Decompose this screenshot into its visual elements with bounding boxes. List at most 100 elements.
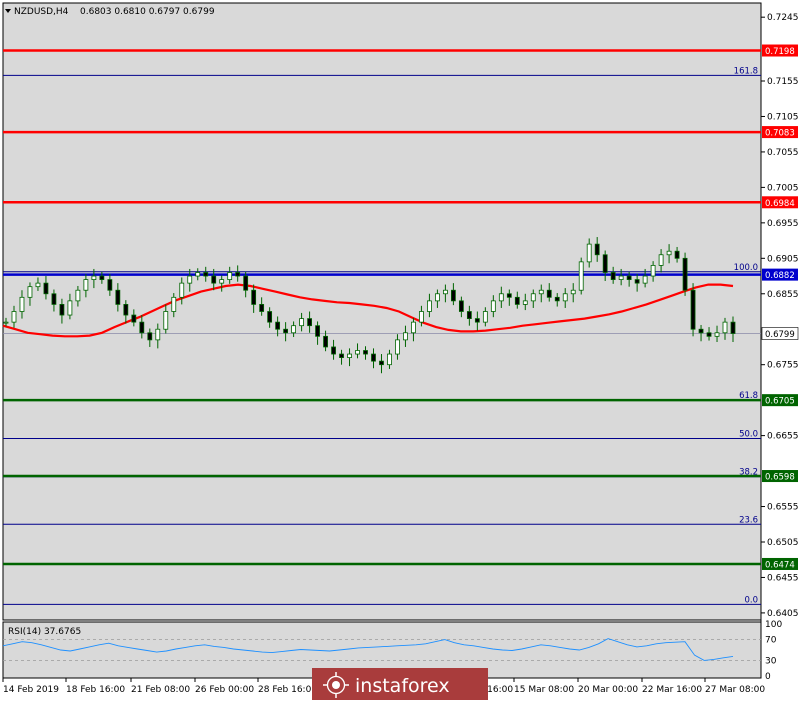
rsi-scale-label: 0	[765, 672, 771, 682]
fib-label: 161.8	[734, 66, 758, 76]
price-tick-label: 0.6655	[767, 432, 799, 442]
price-tick-label: 0.6405	[767, 609, 799, 619]
candle-body	[578, 261, 584, 291]
fib-label: 50.0	[739, 429, 758, 439]
price-tick-label: 0.6955	[767, 219, 799, 229]
candle-body	[211, 275, 217, 284]
chart-header: NZDUSD,H4 0.6803 0.6810 0.6797 0.6799	[5, 7, 215, 17]
time-tick-label: 27 Mar 08:00	[705, 685, 765, 695]
candle-body	[267, 311, 273, 323]
candle-body	[554, 296, 560, 302]
candle-body	[195, 272, 201, 277]
candle-body	[243, 275, 249, 291]
candle-body	[618, 275, 624, 280]
candle-body	[490, 300, 496, 312]
candle-body	[315, 325, 320, 337]
candle-body	[466, 311, 472, 319]
price-tick-label: 0.7105	[767, 112, 799, 122]
candle-body	[602, 254, 608, 273]
candle-body	[75, 289, 81, 302]
candle-body	[435, 293, 440, 302]
candle-body	[419, 311, 424, 323]
candle-body	[83, 279, 89, 291]
candle-body	[626, 275, 632, 280]
candle-body	[411, 321, 416, 334]
candle-body	[427, 300, 432, 312]
candle-body	[355, 350, 360, 355]
level-price-label: 0.7198	[765, 47, 795, 57]
candle-body	[570, 289, 576, 295]
level-price-label: 0.6984	[765, 199, 795, 209]
candle-body	[283, 328, 289, 334]
candle-body	[251, 289, 257, 305]
level-price-label: 0.6705	[765, 397, 795, 407]
candle-body	[506, 293, 512, 298]
candle-body	[387, 353, 392, 366]
price-tick-label: 0.6555	[767, 503, 799, 513]
level-price-label: 0.6598	[765, 473, 795, 483]
candle-body	[187, 275, 193, 284]
candle-body	[690, 289, 696, 330]
candle-body	[291, 325, 297, 334]
time-tick-label: 26 Feb 00:00	[195, 685, 254, 695]
candle-body	[171, 296, 177, 312]
symbol-label: NZDUSD,H4	[14, 7, 69, 17]
time-tick-label: 20 Mar 00:00	[578, 685, 638, 695]
candle-body	[35, 282, 41, 288]
candle-body	[115, 289, 121, 305]
candle-body	[107, 279, 113, 291]
candle-body	[474, 318, 480, 323]
candle-body	[498, 293, 504, 302]
candle-body	[3, 321, 9, 324]
fib-label: 23.6	[739, 515, 758, 525]
candle-body	[235, 272, 241, 277]
candle-body	[482, 311, 488, 323]
candle-body	[450, 289, 456, 302]
candle-body	[51, 293, 57, 305]
candle-body	[123, 304, 129, 316]
candle-body	[682, 257, 688, 291]
current-price-label: 0.6799	[765, 330, 795, 340]
candle-body	[43, 282, 49, 295]
rsi-scale-label: 100	[765, 620, 782, 630]
candle-body	[147, 332, 153, 341]
candle-body	[666, 250, 672, 256]
candle-body	[163, 311, 169, 330]
candle-body	[458, 300, 464, 312]
price-tick-label: 0.6755	[767, 361, 799, 371]
candle-body	[730, 321, 736, 334]
fib-label: 0.0	[744, 595, 758, 605]
candle-body	[522, 300, 528, 305]
candle-body	[19, 296, 25, 312]
candle-body	[562, 293, 568, 302]
candle-body	[27, 286, 33, 298]
candle-body	[307, 318, 312, 327]
price-tick-label: 0.7005	[767, 183, 799, 193]
time-tick-label: 18 Feb 16:00	[66, 685, 125, 695]
candle-body	[658, 254, 664, 266]
price-tick-label: 0.7055	[767, 148, 799, 158]
price-chart[interactable]: 161.8100.061.850.038.223.60.00.71980.708…	[0, 0, 800, 700]
candle-body	[131, 314, 137, 323]
fib-label: 100.0	[734, 263, 758, 273]
price-tick-label: 0.6855	[767, 290, 799, 300]
candle-body	[634, 279, 640, 284]
watermark: instaforex	[312, 668, 488, 700]
candle-body	[219, 279, 225, 284]
candle-body	[59, 304, 65, 316]
watermark-text: instaforex	[355, 675, 450, 697]
time-tick-label: 28 Feb 16:00	[258, 685, 317, 695]
candle-body	[347, 353, 352, 358]
price-tick-label: 0.6505	[767, 538, 799, 548]
candle-body	[442, 289, 448, 295]
candle-body	[155, 328, 161, 341]
candle-body	[642, 275, 648, 284]
time-tick-label: 22 Mar 16:00	[642, 685, 702, 695]
candle-body	[91, 275, 97, 280]
price-tick-label: 0.7245	[767, 13, 799, 23]
level-price-label: 0.6474	[765, 560, 795, 570]
candle-body	[203, 272, 209, 277]
candle-body	[99, 275, 105, 280]
candle-body	[379, 360, 384, 366]
time-tick-label: 15 Mar 08:00	[514, 685, 574, 695]
